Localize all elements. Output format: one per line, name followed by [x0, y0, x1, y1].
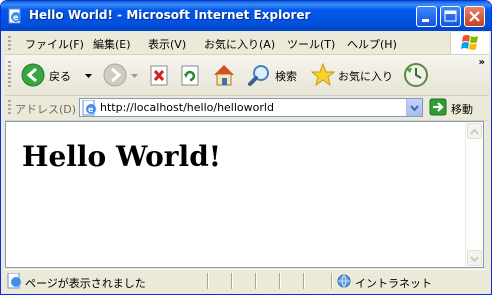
toolbar-overflow-chevron[interactable]: »: [479, 57, 485, 68]
favorites-star-icon: [310, 62, 336, 87]
back-button[interactable]: 戻る: [21, 61, 93, 89]
forward-dropdown-icon[interactable]: [131, 72, 139, 80]
back-label: 戻る: [49, 70, 71, 83]
search-button[interactable]: 検索: [248, 63, 306, 89]
chevron-up-icon: [470, 128, 479, 135]
address-label: アドレス(D): [15, 103, 77, 116]
minimize-button[interactable]: [416, 6, 437, 27]
back-dropdown-icon[interactable]: [85, 72, 93, 80]
status-bar: ページが表示されました イントラネット: [5, 269, 489, 292]
address-url: http://localhost/hello/helloworld: [100, 101, 274, 114]
scroll-down-button[interactable]: [467, 250, 482, 266]
status-divider: [231, 273, 232, 289]
menu-help[interactable]: ヘルプ(H): [347, 36, 397, 52]
windows-logo: [450, 32, 489, 54]
toolbar-grip[interactable]: [8, 61, 11, 89]
home-icon[interactable]: [211, 62, 237, 88]
svg-text:e: e: [88, 105, 94, 114]
go-arrow-icon: [429, 98, 447, 116]
status-divider: [255, 273, 256, 289]
refresh-icon[interactable]: [180, 65, 202, 87]
menu-favorites[interactable]: お気に入り(A): [204, 36, 275, 52]
status-divider: [303, 273, 304, 289]
browser-window: e Hello World! - Microsoft Internet Expl…: [0, 0, 492, 295]
vertical-scrollbar[interactable]: [465, 122, 483, 267]
chevron-down-icon: [470, 256, 479, 263]
windows-flag-icon: [461, 35, 478, 50]
maximize-button[interactable]: [440, 6, 461, 27]
search-icon: [248, 65, 269, 86]
page-content[interactable]: Hello World!: [5, 121, 484, 268]
maximize-icon: [444, 10, 457, 22]
menu-grip[interactable]: [8, 36, 11, 50]
address-grip[interactable]: [8, 100, 11, 116]
search-label: 検索: [275, 70, 297, 83]
history-icon[interactable]: [403, 62, 429, 88]
menu-file[interactable]: ファイル(F): [25, 36, 84, 52]
address-dropdown-button[interactable]: [406, 99, 422, 116]
status-divider: [279, 273, 280, 289]
forward-button[interactable]: [103, 63, 139, 89]
menu-edit[interactable]: 編集(E): [93, 36, 131, 52]
title-bar[interactable]: e Hello World! - Microsoft Internet Expl…: [1, 1, 491, 31]
close-icon: [469, 11, 480, 22]
forward-arrow-icon: [103, 63, 127, 87]
go-label: 移動: [451, 103, 473, 116]
go-button[interactable]: 移動: [429, 98, 487, 118]
favorites-button[interactable]: お気に入り: [310, 62, 399, 89]
address-input[interactable]: e http://localhost/hello/helloworld: [79, 98, 423, 117]
status-text: ページが表示されました: [25, 277, 146, 290]
zone-label: イントラネット: [355, 277, 432, 290]
ie-page-icon: e: [8, 8, 21, 24]
menu-tools[interactable]: ツール(T): [287, 36, 335, 52]
window-title: Hello World! - Microsoft Internet Explor…: [29, 8, 311, 22]
scroll-up-button[interactable]: [467, 123, 482, 139]
back-arrow-icon: [21, 63, 45, 87]
page-heading: Hello World!: [22, 140, 222, 173]
page-icon: e: [82, 100, 96, 116]
close-button[interactable]: [464, 6, 485, 27]
favorites-label: お気に入り: [338, 70, 393, 83]
status-divider: [331, 273, 332, 289]
minimize-icon: [422, 19, 429, 22]
menu-bar: ファイル(F) 編集(E) 表示(V) お気に入り(A) ツール(T) ヘルプ(…: [5, 32, 489, 55]
page-status-icon: [7, 273, 21, 289]
svg-text:e: e: [13, 13, 19, 22]
status-divider: [207, 273, 208, 289]
intranet-zone-icon: [337, 274, 351, 288]
stop-icon[interactable]: [149, 65, 171, 87]
chevron-down-icon: [410, 105, 419, 112]
menu-view[interactable]: 表示(V): [148, 36, 186, 52]
address-bar: アドレス(D) e http://localhost/hello/hellowo…: [5, 96, 489, 121]
standard-toolbar: 戻る 検索 お気に入り »: [5, 55, 489, 96]
